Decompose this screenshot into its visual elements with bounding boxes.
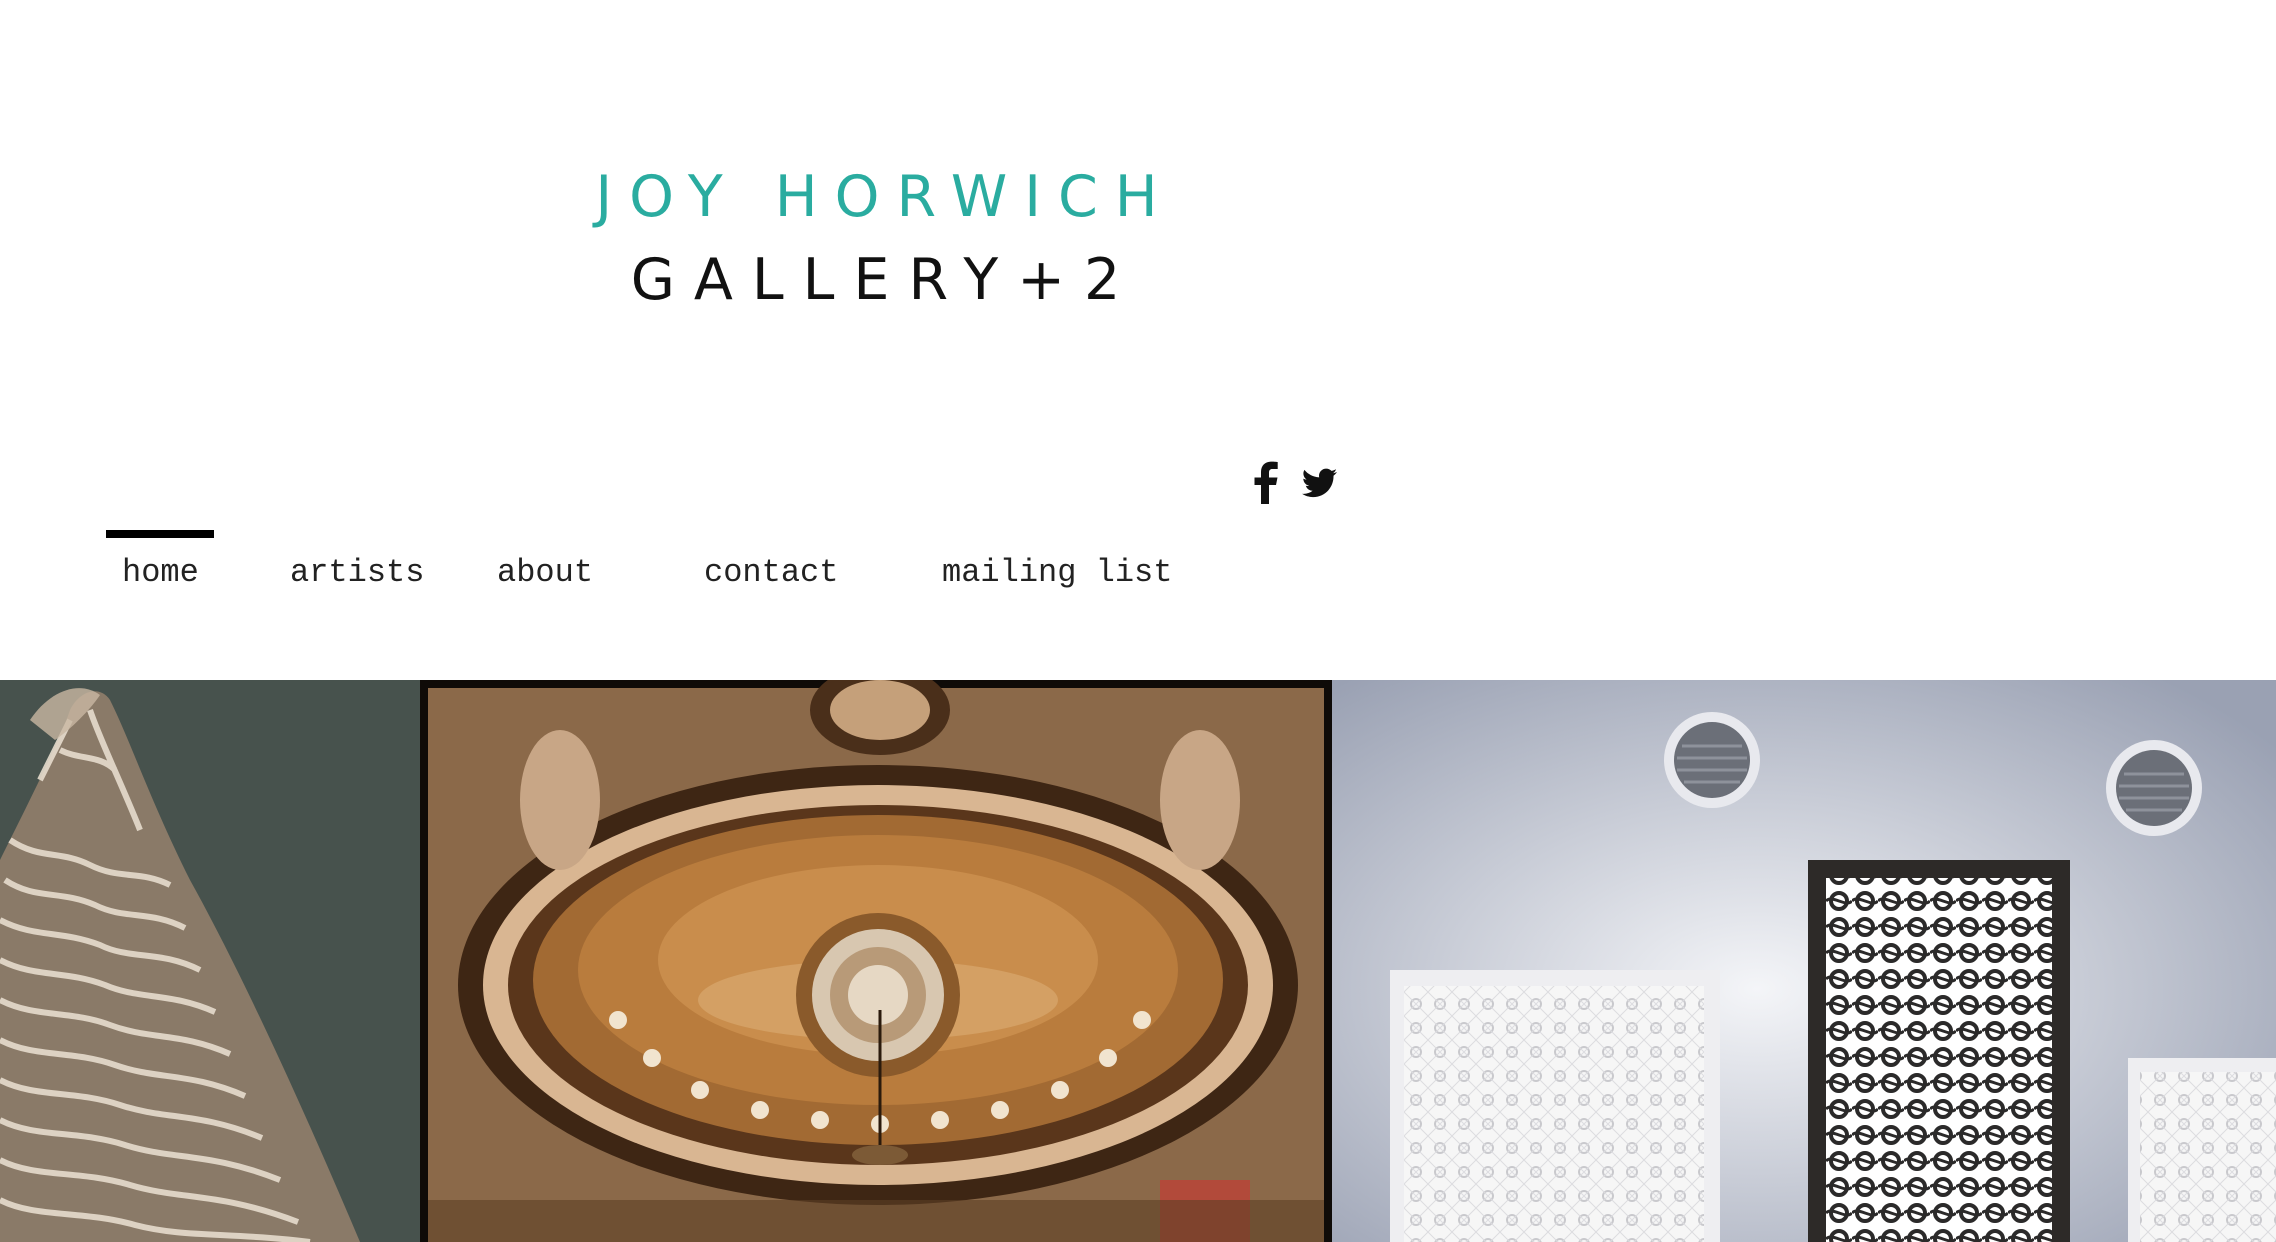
nav-label: mailing list <box>942 554 1173 591</box>
page: JOY HORWICH GALLERY+2 home artists about… <box>0 0 2276 1242</box>
logo-gallery: GALLERY+2 <box>630 247 1140 313</box>
nav-label: about <box>497 554 594 591</box>
twitter-icon[interactable] <box>1302 460 1338 504</box>
image-gallery <box>0 680 2276 1242</box>
social-links <box>1248 460 1338 504</box>
nav-label: contact <box>704 554 839 591</box>
gallery-image-sculpture[interactable] <box>0 680 420 1242</box>
facebook-icon[interactable] <box>1248 460 1284 504</box>
logo-name: JOY HORWICH <box>595 164 1175 230</box>
nav-label: home <box>122 554 199 591</box>
active-indicator <box>106 530 214 538</box>
gallery-image-ceiling[interactable] <box>420 680 1332 1242</box>
site-logo[interactable]: JOY HORWICH GALLERY+2 <box>585 158 1185 324</box>
gallery-image-wall[interactable] <box>1332 680 2276 1242</box>
nav-label: artists <box>290 554 425 591</box>
